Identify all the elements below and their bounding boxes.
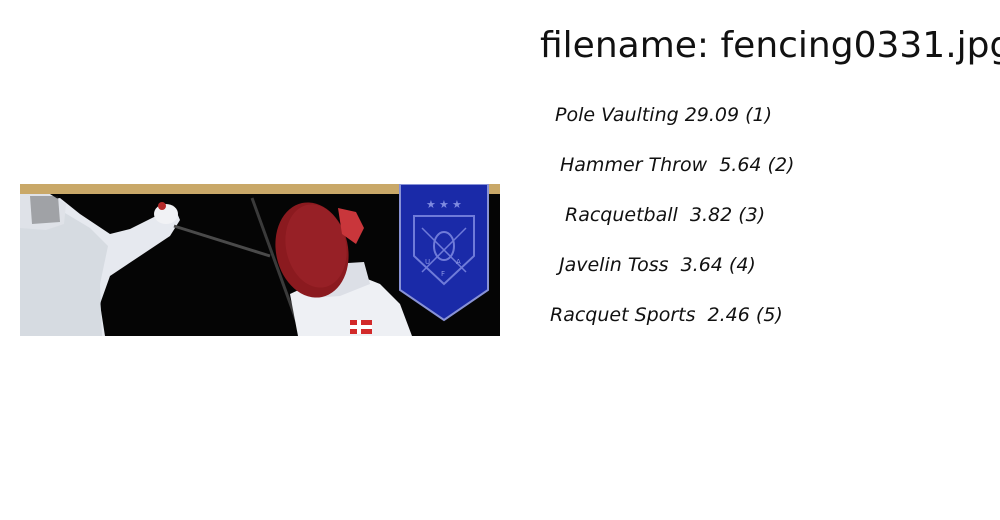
svg-text:★: ★ bbox=[439, 198, 449, 211]
filename-label: filename: fencing0331.jpg bbox=[540, 25, 1000, 66]
prediction-4: Javelin Toss 3.64 (4) bbox=[559, 254, 756, 276]
svg-text:U: U bbox=[425, 258, 430, 266]
svg-text:★: ★ bbox=[452, 198, 462, 211]
prediction-1: Pole Vaulting 29.09 (1) bbox=[555, 104, 773, 126]
prediction-5: Racquet Sports 2.46 (5) bbox=[550, 304, 783, 326]
academy-banner-icon: ★ ★ ★ U A F bbox=[399, 184, 489, 322]
prediction-2: Hammer Throw 5.64 (2) bbox=[560, 154, 795, 176]
svg-text:F: F bbox=[441, 270, 445, 278]
svg-text:A: A bbox=[456, 258, 461, 266]
svg-text:★: ★ bbox=[426, 198, 436, 211]
fencing-photo: ★ ★ ★ U A F bbox=[20, 184, 500, 336]
prediction-3: Racquetball 3.82 (3) bbox=[565, 204, 766, 226]
